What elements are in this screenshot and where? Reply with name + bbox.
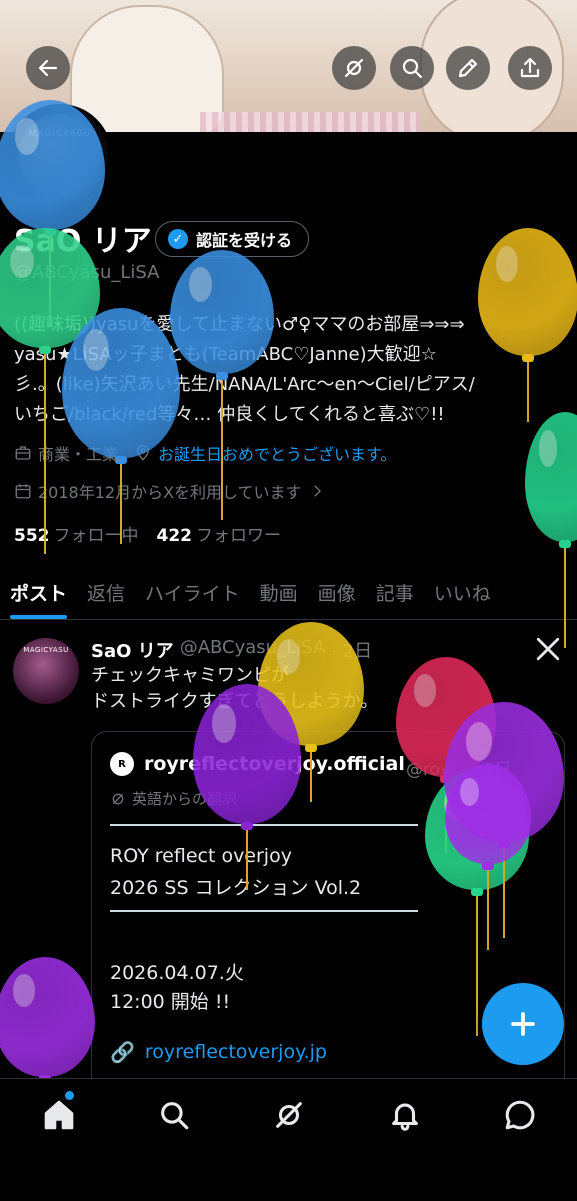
profile-handle: @ABCyasu_LiSA — [14, 262, 160, 283]
link-icon: 🔗 — [110, 1040, 135, 1064]
profile-category: 商業・工業 — [38, 445, 119, 464]
nav-grok[interactable] — [272, 1098, 306, 1132]
tweet-author-handle[interactable]: @ABCyasu_LiSA — [180, 637, 326, 663]
edit-button[interactable] — [446, 46, 490, 90]
tab-replies[interactable]: 返信 — [77, 565, 135, 619]
quote-line-2: 2026 SS コレクション Vol.2 — [110, 877, 362, 899]
quoted-author-name[interactable]: royreflectoverjoy.official — [144, 753, 405, 775]
quote-link[interactable]: 🔗 royreflectoverjoy.jp — [110, 1040, 327, 1064]
quoted-author-handle[interactable]: @roy… · 2日 — [406, 755, 511, 780]
birthday-link[interactable]: お誕生日おめでとうございます。 — [158, 441, 396, 465]
avatar-watermark: MAGICYASU — [28, 128, 92, 138]
quoted-time: · 2日 — [472, 760, 512, 780]
tab-videos[interactable]: 動画 — [250, 565, 308, 619]
profile-tabs: ポスト 返信 ハイライト 動画 画像 記事 いいね — [0, 565, 577, 620]
nav-home[interactable] — [42, 1098, 76, 1132]
following-label: フォロー中 — [53, 526, 139, 546]
grok-icon — [344, 58, 364, 78]
plus-icon — [511, 1012, 535, 1036]
tab-posts[interactable]: ポスト — [0, 565, 77, 619]
profile-bio: ((趣味垢))yasuを愛して止まない♂♀ママのお部屋⇒⇒⇒ yasu★LiSA… — [14, 314, 475, 425]
get-verified-label: 認証を受ける — [196, 231, 293, 250]
translated-row[interactable]: 英語からの翻訳 — [110, 788, 237, 809]
quoted-author-avatar[interactable]: R — [110, 752, 134, 776]
balloon-body — [0, 957, 95, 1077]
verified-badge-icon: ✓ — [168, 229, 188, 249]
nav-messages[interactable] — [503, 1098, 537, 1132]
nav-notifications[interactable] — [388, 1098, 422, 1132]
tab-articles[interactable]: 記事 — [366, 565, 424, 619]
profile-name: SaO リア — [14, 224, 152, 259]
briefcase-icon — [15, 446, 31, 460]
tweet-time[interactable]: · 2日 — [331, 637, 372, 663]
translated-label: 英語からの翻訳 — [132, 790, 238, 808]
joined-date-row[interactable]: 2018年12月からXを利用しています — [14, 479, 326, 503]
bell-icon — [392, 1103, 418, 1131]
divider-line — [110, 824, 418, 826]
chevron-right-icon — [313, 485, 321, 497]
quoted-handle-text: @roy… — [406, 760, 468, 780]
nav-search[interactable] — [157, 1098, 191, 1132]
x-logo-icon[interactable] — [535, 636, 561, 662]
back-button[interactable] — [26, 46, 70, 90]
home-icon — [44, 1100, 74, 1130]
profile-meta-row: 商業・工業 お誕生日おめでとうございます。 — [14, 441, 396, 465]
quote-line-1: ROY reflect overjoy — [110, 845, 292, 867]
search-button[interactable] — [390, 46, 434, 90]
get-verified-button[interactable]: ✓ 認証を受ける — [155, 221, 310, 257]
tweet-author-name[interactable]: SaO リア — [91, 637, 174, 663]
following-link[interactable]: 552 フォロー中 — [14, 521, 139, 546]
compose-post-button[interactable] — [482, 983, 564, 1065]
share-button[interactable] — [508, 46, 552, 90]
tab-highlights[interactable]: ハイライト — [135, 565, 250, 619]
divider-line — [110, 910, 418, 912]
location-pin-icon — [137, 444, 149, 461]
balloon-body — [525, 412, 577, 542]
quote-line-3: 2026.04.07.火 — [110, 962, 244, 984]
tweet-avatar-watermark: MAGICYASU — [23, 646, 69, 654]
share-icon — [520, 57, 540, 78]
avatar-image — [18, 114, 102, 198]
tweet-avatar[interactable]: MAGICYASU — [13, 638, 79, 704]
translate-icon — [112, 793, 124, 804]
edit-icon — [458, 58, 478, 78]
balloon-knot — [559, 540, 571, 548]
search-icon — [402, 58, 423, 79]
followers-link[interactable]: 422 フォロワー — [157, 521, 282, 546]
grok-icon — [276, 1102, 302, 1128]
joined-date: 2018年12月からXを利用しています — [38, 483, 302, 502]
search-icon — [161, 1102, 189, 1130]
followers-count: 422 — [156, 526, 193, 546]
tab-images[interactable]: 画像 — [308, 565, 366, 619]
tab-likes[interactable]: いいね — [424, 565, 501, 619]
following-count: 552 — [14, 526, 50, 546]
tweet-header: SaO リア @ABCyasu_LiSA · 2日 — [91, 637, 372, 663]
tweet-text: チェックキャミワンピが ドストライクすぎてどうしようか。 — [91, 665, 379, 712]
follow-stats: 552 フォロー中 422 フォロワー — [14, 521, 281, 546]
calendar-icon — [15, 484, 31, 499]
profile-avatar[interactable]: MAGICYASU — [8, 104, 112, 208]
arrow-left-icon — [38, 59, 58, 77]
bottom-navigation — [0, 1078, 577, 1201]
quote-link-text: royreflectoverjoy.jp — [144, 1041, 327, 1063]
quote-line-4: 12:00 開始 !! — [110, 991, 231, 1013]
followers-label: フォロワー — [196, 526, 281, 546]
grok-button[interactable] — [332, 46, 376, 90]
message-icon — [505, 1100, 535, 1130]
notification-dot — [65, 1091, 74, 1100]
banner-decoration — [200, 112, 420, 132]
